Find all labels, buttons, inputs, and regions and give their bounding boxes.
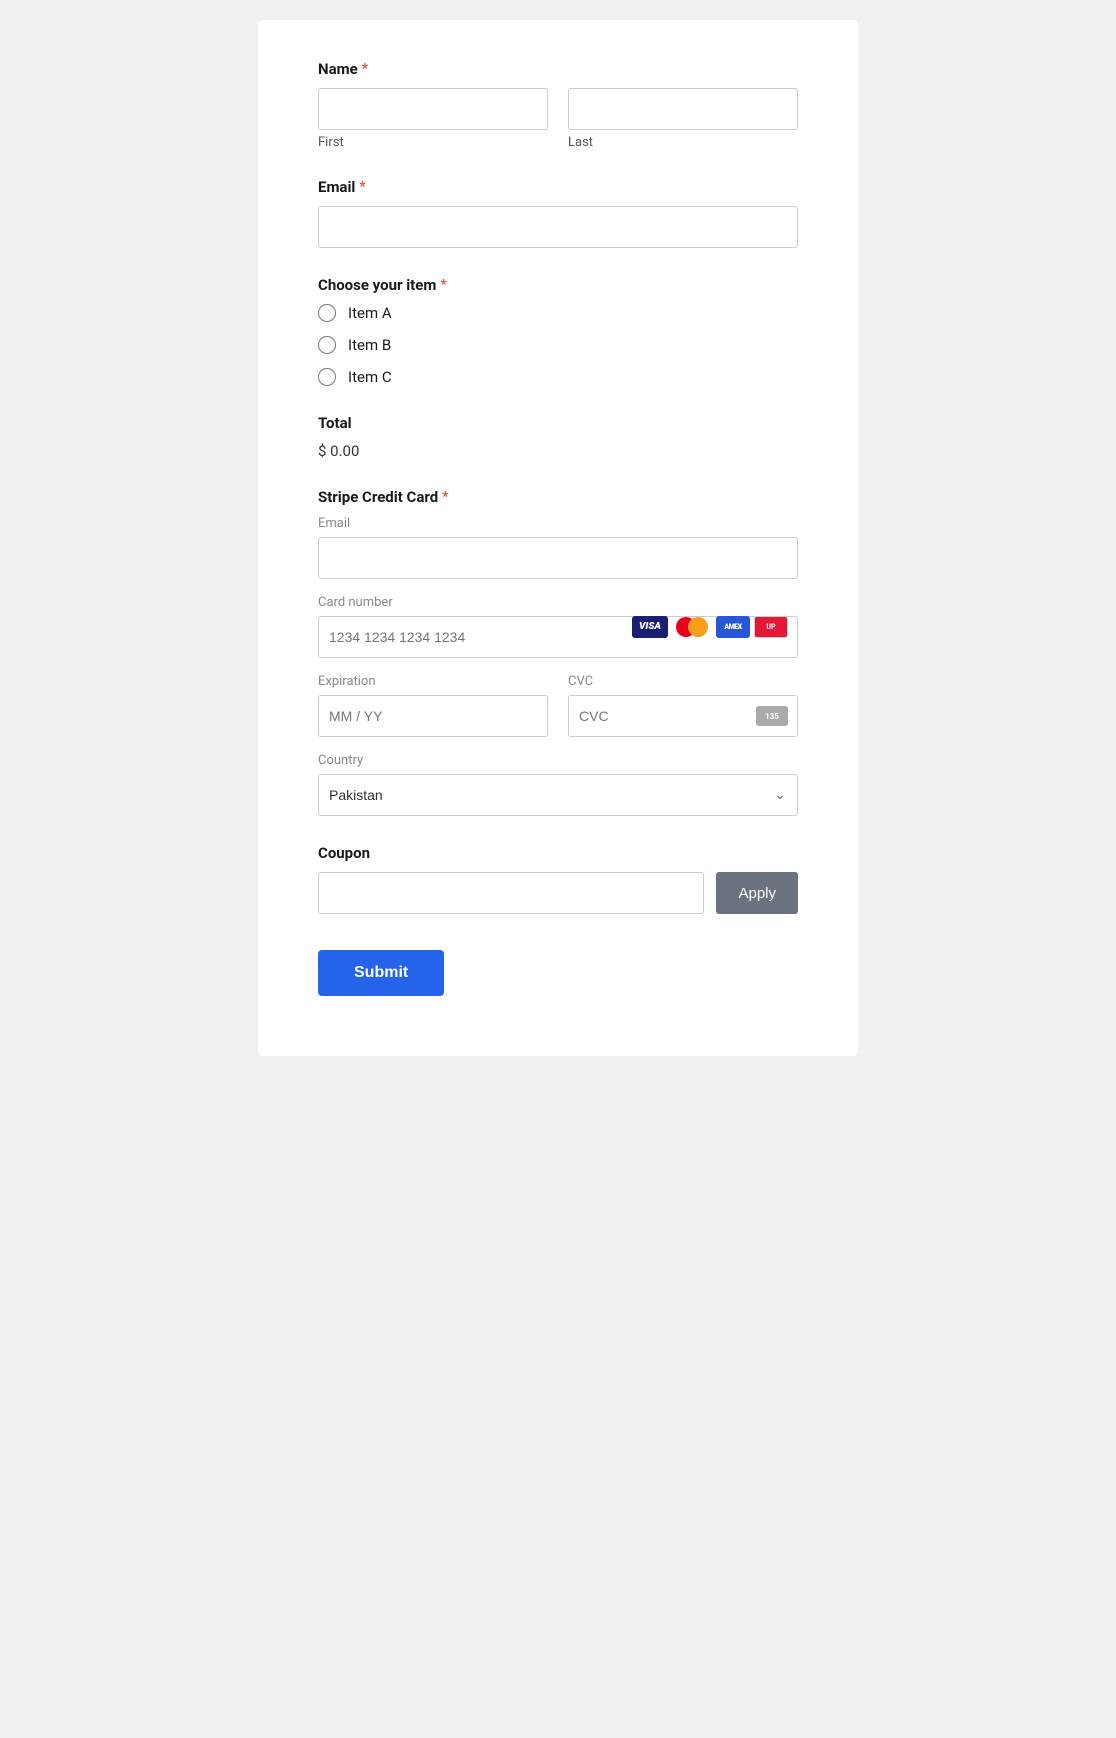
stripe-fields: Email Card number VISA AMEX UP bbox=[318, 516, 798, 816]
radio-input-a[interactable] bbox=[318, 304, 336, 322]
name-group: Name * First Last bbox=[318, 60, 798, 150]
item-group: Choose your item * Item A Item B Item C bbox=[318, 276, 798, 386]
email-label: Email * bbox=[318, 178, 798, 196]
stripe-email-input[interactable] bbox=[318, 537, 798, 579]
stripe-label: Stripe Credit Card * bbox=[318, 488, 798, 506]
email-input[interactable] bbox=[318, 206, 798, 248]
radio-label-c: Item C bbox=[348, 368, 392, 386]
stripe-group: Stripe Credit Card * Email Card number V… bbox=[318, 488, 798, 816]
apply-button[interactable]: Apply bbox=[716, 872, 798, 914]
radio-group: Item A Item B Item C bbox=[318, 304, 798, 386]
radio-label-b: Item B bbox=[348, 336, 391, 354]
stripe-email-wrapper: Email bbox=[318, 516, 798, 579]
card-number-wrapper: Card number VISA AMEX UP bbox=[318, 595, 798, 658]
total-group: Total $ 0.00 bbox=[318, 414, 798, 460]
name-label: Name * bbox=[318, 60, 798, 78]
email-group: Email * bbox=[318, 178, 798, 248]
last-sub-label: Last bbox=[568, 135, 798, 150]
expiry-cvc-row: Expiration CVC 135 bbox=[318, 674, 798, 737]
cvc-badge-icon: 135 bbox=[756, 706, 788, 726]
coupon-row: Apply bbox=[318, 872, 798, 914]
cvc-label: CVC bbox=[568, 674, 798, 689]
coupon-label: Coupon bbox=[318, 844, 798, 862]
radio-label-a: Item A bbox=[348, 304, 392, 322]
expiry-field: Expiration bbox=[318, 674, 548, 737]
email-required: * bbox=[359, 179, 365, 195]
last-name-input[interactable] bbox=[568, 88, 798, 130]
coupon-group: Coupon Apply bbox=[318, 844, 798, 914]
country-select[interactable]: Pakistan United States United Kingdom In… bbox=[318, 774, 798, 816]
first-name-field: First bbox=[318, 88, 548, 150]
country-wrapper-group: Country Pakistan United States United Ki… bbox=[318, 753, 798, 816]
country-wrapper: Pakistan United States United Kingdom In… bbox=[318, 774, 798, 816]
submit-button[interactable]: Submit bbox=[318, 950, 444, 996]
stripe-email-label: Email bbox=[318, 516, 798, 531]
last-name-field: Last bbox=[568, 88, 798, 150]
country-label: Country bbox=[318, 753, 798, 768]
amex-icon: AMEX bbox=[716, 616, 750, 638]
mastercard-icon bbox=[672, 616, 712, 638]
first-name-input[interactable] bbox=[318, 88, 548, 130]
stripe-required: * bbox=[442, 489, 448, 505]
card-number-label: Card number bbox=[318, 595, 798, 610]
choose-item-label: Choose your item * bbox=[318, 276, 798, 294]
coupon-input[interactable] bbox=[318, 872, 704, 914]
radio-item-a[interactable]: Item A bbox=[318, 304, 798, 322]
name-row: First Last bbox=[318, 88, 798, 150]
card-icons: VISA AMEX UP bbox=[632, 616, 788, 638]
visa-icon: VISA bbox=[632, 616, 668, 638]
submit-wrapper: Submit bbox=[318, 950, 798, 996]
total-value: $ 0.00 bbox=[318, 442, 798, 460]
cvc-wrapper: 135 bbox=[568, 695, 798, 737]
radio-item-c[interactable]: Item C bbox=[318, 368, 798, 386]
item-required: * bbox=[440, 277, 446, 293]
expiration-label: Expiration bbox=[318, 674, 548, 689]
unionpay-icon: UP bbox=[754, 616, 788, 638]
radio-item-b[interactable]: Item B bbox=[318, 336, 798, 354]
first-sub-label: First bbox=[318, 135, 548, 150]
radio-input-c[interactable] bbox=[318, 368, 336, 386]
total-label: Total bbox=[318, 414, 798, 432]
form-container: Name * First Last Email * Choose your it… bbox=[258, 20, 858, 1056]
cvc-field: CVC 135 bbox=[568, 674, 798, 737]
expiry-input[interactable] bbox=[318, 695, 548, 737]
radio-input-b[interactable] bbox=[318, 336, 336, 354]
name-required: * bbox=[362, 61, 368, 77]
